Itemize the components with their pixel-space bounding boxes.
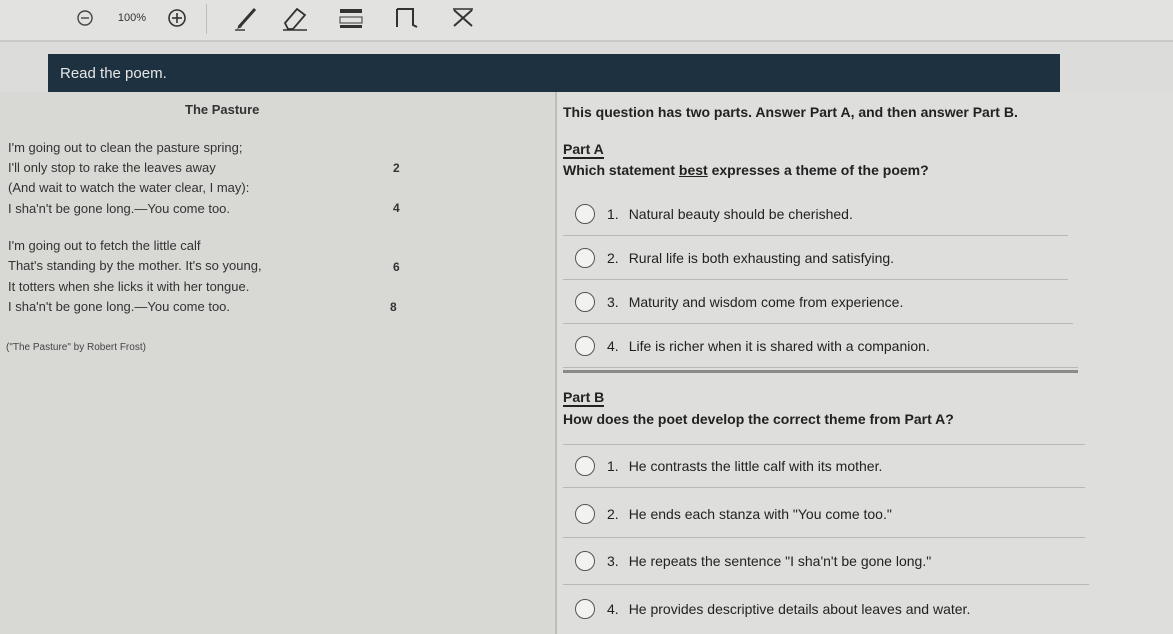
- poem-citation: ("The Pasture" by Robert Frost): [6, 342, 146, 353]
- instruction-text: Read the poem.: [60, 64, 167, 82]
- toolbar: 100%: [0, 0, 1173, 42]
- option-text: He contrasts the little calf with its mo…: [628, 458, 883, 474]
- instruction-header: Read the poem.: [48, 54, 1060, 92]
- part-a-option-3[interactable]: 3. Maturity and wisdom come from experie…: [563, 280, 1073, 324]
- line-number: 8: [390, 300, 397, 314]
- part-b-prompt: How does the poet develop the correct th…: [563, 411, 954, 427]
- part-b-option-1[interactable]: 1. He contrasts the little calf with its…: [563, 444, 1085, 488]
- radio-button[interactable]: [575, 551, 595, 571]
- option-number: 3.: [607, 553, 619, 569]
- option-text: He ends each stanza with "You come too.": [628, 506, 892, 522]
- line-number: 4: [393, 201, 400, 215]
- option-number: 4.: [607, 601, 619, 617]
- part-b-option-4[interactable]: 4. He provides descriptive details about…: [563, 586, 1093, 632]
- zoom-level-label: 100%: [117, 12, 147, 24]
- radio-button[interactable]: [575, 504, 595, 524]
- part-a-prompt: Which statement best expresses a theme o…: [563, 162, 929, 178]
- flag-icon[interactable]: [392, 6, 422, 30]
- prompt-emphasis: best: [678, 162, 708, 178]
- part-a-option-4[interactable]: 4. Life is richer when it is shared with…: [563, 324, 1078, 368]
- option-number: 2.: [607, 249, 619, 266]
- option-text: He repeats the sentence "I sha'n't be go…: [628, 553, 932, 569]
- part-separator: [563, 370, 1078, 373]
- radio-button[interactable]: [575, 247, 595, 268]
- line-number: 6: [393, 260, 400, 274]
- part-b-label: Part B: [563, 389, 605, 407]
- poem-line: It totters when she licks it with her to…: [8, 279, 250, 294]
- question-intro: This question has two parts. Answer Part…: [563, 104, 1018, 120]
- eraser-icon[interactable]: [280, 6, 310, 31]
- radio-button[interactable]: [575, 456, 595, 476]
- radio-button[interactable]: [575, 203, 595, 224]
- option-number: 1.: [607, 205, 619, 222]
- zoom-out-icon[interactable]: [74, 6, 96, 30]
- option-number: 4.: [607, 337, 619, 354]
- poem-title: The Pasture: [185, 102, 260, 117]
- option-text: Life is richer when it is shared with a …: [628, 337, 930, 354]
- pencil-icon[interactable]: [232, 6, 262, 31]
- part-a-option-2[interactable]: 2. Rural life is both exhausting and sat…: [563, 236, 1068, 280]
- part-b-option-3[interactable]: 3. He repeats the sentence "I sha'n't be…: [563, 538, 1089, 585]
- option-text: He provides descriptive details about le…: [628, 601, 971, 617]
- radio-button[interactable]: [575, 599, 595, 619]
- toolbar-separator: [206, 4, 207, 34]
- poem-line: I'll only stop to rake the leaves away: [8, 160, 216, 175]
- line-cross-icon[interactable]: [448, 6, 478, 30]
- option-number: 3.: [607, 293, 619, 310]
- radio-button[interactable]: [575, 335, 595, 356]
- poem-line: That's standing by the mother. It's so y…: [8, 258, 262, 273]
- part-a-option-1[interactable]: 1. Natural beauty should be cherished.: [563, 192, 1068, 236]
- poem-line: (And wait to watch the water clear, I ma…: [8, 180, 250, 195]
- option-text: Rural life is both exhausting and satisf…: [628, 249, 895, 266]
- poem-line: I'm going out to clean the pasture sprin…: [8, 140, 243, 155]
- line-number: 2: [393, 161, 400, 175]
- option-text: Natural beauty should be cherished.: [628, 205, 853, 222]
- part-a-label: Part A: [563, 141, 604, 159]
- zoom-in-icon[interactable]: [166, 6, 188, 30]
- option-number: 1.: [607, 458, 619, 474]
- poem-line: I'm going out to fetch the little calf: [8, 238, 201, 253]
- option-text: Maturity and wisdom come from experience…: [628, 293, 904, 310]
- part-b-option-2[interactable]: 2. He ends each stanza with "You come to…: [563, 491, 1085, 538]
- poem-line: I sha'n't be gone long.—You come too.: [8, 299, 231, 314]
- option-number: 2.: [607, 506, 619, 522]
- answer-masking-icon[interactable]: [336, 6, 366, 30]
- poem-line: I sha'n't be gone long.—You come too.: [8, 201, 231, 216]
- radio-button[interactable]: [575, 291, 595, 312]
- prompt-text: Which statement: [563, 162, 679, 178]
- prompt-text: expresses a theme of the poem?: [707, 162, 929, 178]
